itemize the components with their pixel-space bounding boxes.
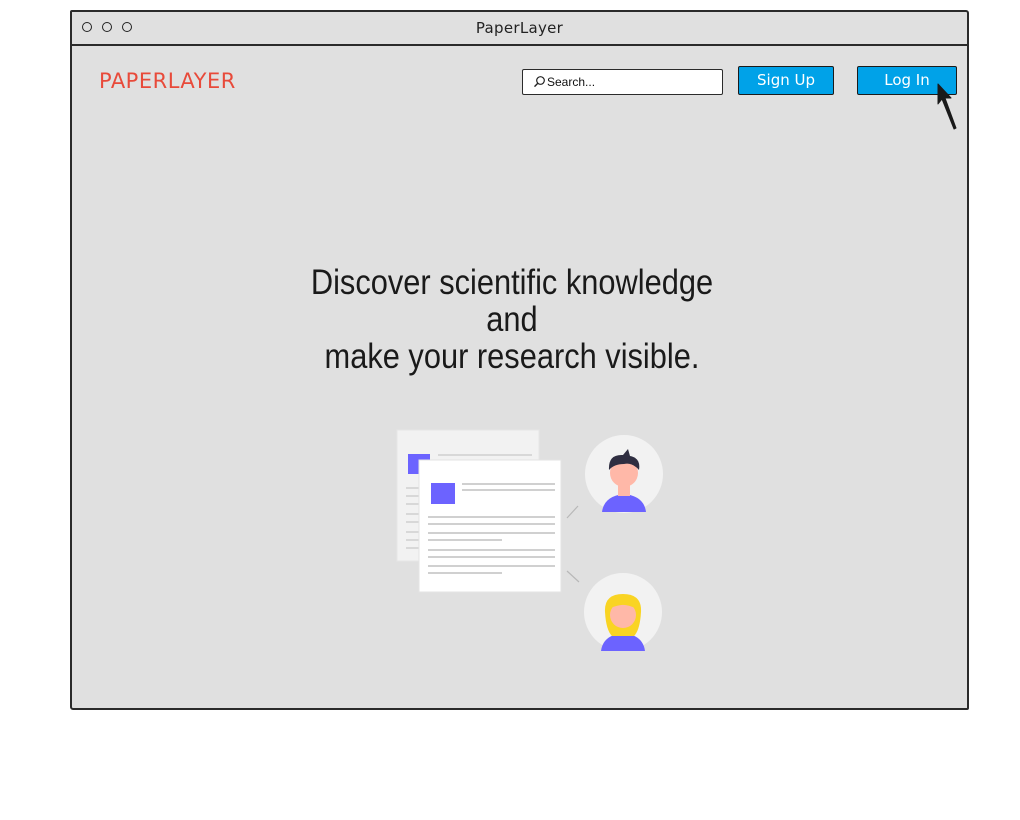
- search-icon: [534, 76, 545, 88]
- male-user-avatar-icon: [585, 435, 663, 513]
- search-box[interactable]: [522, 69, 723, 95]
- window-title: PaperLayer: [475, 19, 564, 37]
- hero-illustration: [396, 429, 663, 651]
- sign-up-button[interactable]: Sign Up: [738, 66, 834, 95]
- connector-line: [566, 570, 580, 583]
- mouse-cursor-icon: [937, 83, 957, 130]
- hero-line-2: and: [486, 300, 538, 339]
- front-document-icon: [418, 459, 562, 593]
- site-logo[interactable]: PAPERLAYER: [99, 69, 236, 93]
- female-user-avatar-icon: [584, 573, 662, 651]
- hero-headline: Discover scientific knowledge and make y…: [292, 264, 732, 375]
- browser-window: PaperLayer PAPERLAYER Sign Up Log In Dis…: [70, 10, 969, 710]
- hero-line-3: make your research visible.: [324, 337, 700, 376]
- hero-line-1: Discover scientific knowledge: [310, 263, 714, 302]
- search-input[interactable]: [547, 72, 715, 91]
- connector-line: [566, 505, 579, 519]
- window-titlebar: PaperLayer: [72, 12, 967, 46]
